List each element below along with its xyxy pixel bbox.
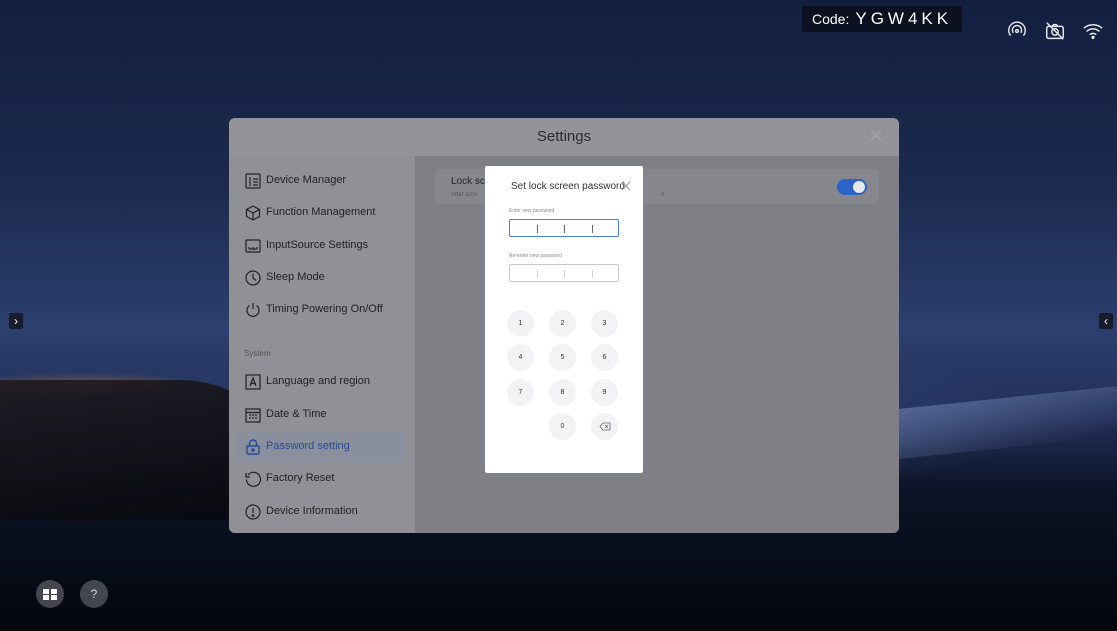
sidebar-item-label: InputSource Settings bbox=[266, 239, 369, 251]
camera-off-icon[interactable] bbox=[1044, 20, 1066, 42]
lock-screen-toggle[interactable] bbox=[837, 179, 867, 195]
dialog-close-icon[interactable] bbox=[621, 181, 631, 191]
keypad-key-9[interactable]: 9 bbox=[591, 379, 618, 406]
code-label: Code: bbox=[812, 11, 850, 27]
sidebar-item-date-time[interactable]: Date & Time bbox=[229, 400, 415, 430]
sidebar-item-label: Device Manager bbox=[266, 174, 347, 186]
password-slot-divider bbox=[537, 225, 538, 233]
info-icon bbox=[244, 503, 262, 521]
password-slot-divider bbox=[564, 225, 565, 233]
reenter-password-field[interactable] bbox=[509, 264, 619, 282]
help-icon: ? bbox=[91, 587, 98, 601]
sidebar-item-sleep-mode[interactable]: Sleep Mode bbox=[229, 263, 415, 293]
sidebar-item-label: Timing Powering On/Off bbox=[266, 303, 383, 315]
toggle-knob bbox=[853, 181, 865, 193]
sidebar-item-function-management[interactable]: Function Management bbox=[229, 198, 415, 228]
sidebar-item-label: Sleep Mode bbox=[266, 271, 325, 283]
settings-header: Settings bbox=[229, 118, 899, 156]
backspace-icon bbox=[598, 422, 610, 431]
new-password-field[interactable] bbox=[509, 219, 619, 237]
input-source-icon bbox=[244, 237, 262, 255]
device-manager-icon bbox=[244, 172, 262, 190]
set-password-dialog: Set lock screen password Enter new passw… bbox=[485, 166, 643, 473]
reenter-password-label: Re-enter new password bbox=[509, 253, 562, 259]
keypad-key-5[interactable]: 5 bbox=[549, 344, 576, 371]
sidebar-item-label: Device Information bbox=[266, 505, 358, 517]
help-button[interactable]: ? bbox=[80, 580, 108, 608]
lock-screen-title: Lock sc bbox=[451, 176, 485, 187]
keypad-key-6[interactable]: 6 bbox=[591, 344, 618, 371]
new-password-label: Enter new password bbox=[509, 208, 555, 214]
status-icons bbox=[1006, 20, 1104, 42]
sidebar-item-label: Function Management bbox=[266, 206, 376, 218]
keypad-key-8[interactable]: 8 bbox=[549, 379, 576, 406]
code-value: YGW4KK bbox=[855, 9, 953, 28]
power-icon bbox=[244, 301, 262, 319]
sidebar-item-device-information[interactable]: Device Information bbox=[229, 497, 415, 527]
keypad-key-3[interactable]: 3 bbox=[591, 310, 618, 337]
right-edge-arrow-button[interactable]: ‹ bbox=[1099, 313, 1113, 329]
sidebar-section-label: System bbox=[244, 349, 271, 358]
language-icon bbox=[244, 373, 262, 391]
cube-icon bbox=[244, 204, 262, 222]
keypad-key-1[interactable]: 1 bbox=[507, 310, 534, 337]
sidebar-item-factory-reset[interactable]: Factory Reset bbox=[229, 464, 415, 494]
apps-icon bbox=[43, 589, 57, 600]
screen-cast-icon[interactable] bbox=[1006, 20, 1028, 42]
keypad-delete-button[interactable] bbox=[591, 413, 618, 440]
lock-icon bbox=[244, 438, 262, 456]
sidebar-item-inputsource-settings[interactable]: InputSource Settings bbox=[229, 231, 415, 261]
sidebar-item-label: Password setting bbox=[266, 440, 350, 452]
settings-sidebar: Device Manager Function Management Input… bbox=[229, 156, 415, 533]
sidebar-item-timing-powering[interactable]: Timing Powering On/Off bbox=[229, 295, 415, 325]
sidebar-item-label: Factory Reset bbox=[266, 472, 335, 484]
reset-icon bbox=[244, 470, 262, 488]
svg-text:?: ? bbox=[91, 587, 98, 601]
dialog-title: Set lock screen password bbox=[511, 181, 625, 192]
wifi-icon[interactable] bbox=[1082, 20, 1104, 42]
keypad-key-7[interactable]: 7 bbox=[507, 379, 534, 406]
sidebar-item-language-region[interactable]: Language and region bbox=[229, 367, 415, 397]
keypad-key-0[interactable]: 0 bbox=[549, 413, 576, 440]
lock-screen-description-tail: n bbox=[661, 192, 665, 198]
password-slot-divider bbox=[537, 270, 538, 278]
settings-title: Settings bbox=[536, 128, 592, 145]
sidebar-item-label: Date & Time bbox=[266, 408, 327, 420]
password-slot-divider bbox=[592, 270, 593, 278]
lock-screen-description: After turni bbox=[451, 192, 478, 198]
settings-close-icon[interactable] bbox=[869, 128, 883, 142]
clock-icon bbox=[244, 269, 262, 287]
sidebar-item-label: Language and region bbox=[266, 375, 370, 387]
password-slot-divider bbox=[564, 270, 565, 278]
password-slot-divider bbox=[592, 225, 593, 233]
apps-button[interactable] bbox=[36, 580, 64, 608]
calendar-icon bbox=[244, 406, 262, 424]
keypad-key-4[interactable]: 4 bbox=[507, 344, 534, 371]
keypad-key-2[interactable]: 2 bbox=[549, 310, 576, 337]
connection-code-box: Code: YGW4KK bbox=[802, 6, 963, 32]
left-edge-arrow-button[interactable]: › bbox=[9, 313, 23, 329]
sidebar-item-device-manager[interactable]: Device Manager bbox=[229, 166, 415, 196]
sidebar-item-password-setting[interactable]: Password setting bbox=[237, 432, 405, 462]
